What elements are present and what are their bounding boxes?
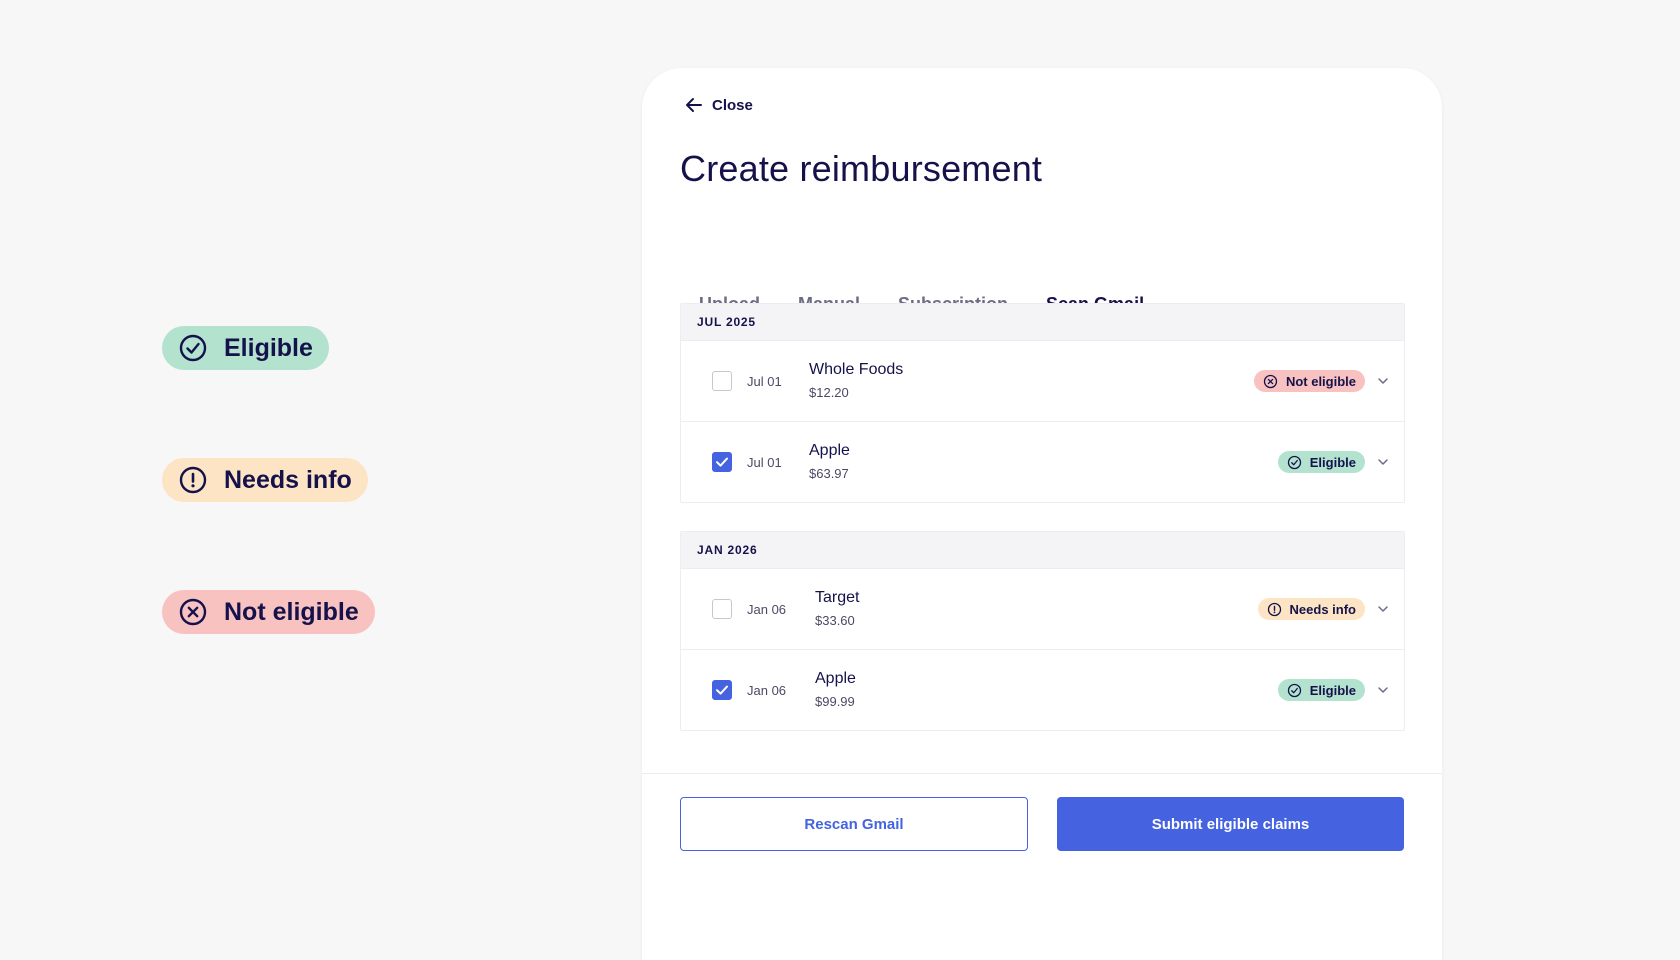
status-label: Eligible (1309, 454, 1356, 470)
close-button[interactable]: Close (684, 95, 753, 115)
row-amount: $33.60 (815, 613, 855, 628)
row-amount: $63.97 (809, 466, 849, 481)
row-date: Jul 01 (747, 454, 782, 470)
row-info: Apple $63.97 (809, 442, 850, 481)
row-merchant: Apple (815, 670, 856, 687)
chevron-down-icon[interactable] (1376, 455, 1390, 469)
table-row[interactable]: Jul 01 Apple $63.97 Eligible (681, 421, 1404, 502)
status-label: Needs info (1289, 601, 1356, 617)
reimbursement-panel: Close Create reimbursement Upload Manual… (642, 68, 1442, 960)
row-amount: $99.99 (815, 694, 855, 709)
legend-label-needs-info: Needs info (224, 465, 352, 494)
page-title: Create reimbursement (680, 148, 1043, 189)
status-label: Eligible (1309, 682, 1356, 698)
row-info: Target $33.60 (815, 589, 859, 628)
x-circle-icon (178, 597, 208, 627)
status-badge: Eligible (1277, 679, 1365, 701)
arrow-left-icon (684, 95, 704, 115)
row-checkbox[interactable] (712, 371, 732, 391)
checkmark-icon (716, 685, 728, 695)
close-label: Close (712, 96, 753, 114)
row-date: Jan 06 (747, 601, 787, 617)
row-amount: $12.20 (809, 385, 849, 400)
status-label: Not eligible (1285, 373, 1356, 389)
month-group-jan-2026: JAN 2026 Jan 06 Target $33.60 Needs info (680, 531, 1405, 731)
table-row[interactable]: Jan 06 Apple $99.99 Eligible (681, 649, 1404, 730)
legend-label-not-eligible: Not eligible (224, 597, 359, 626)
rescan-gmail-button[interactable]: Rescan Gmail (680, 797, 1028, 851)
legend-label-eligible: Eligible (224, 333, 313, 362)
month-header: JUL 2025 (681, 304, 1404, 340)
chevron-down-icon[interactable] (1376, 683, 1390, 697)
footer-divider (642, 773, 1442, 774)
row-date: Jan 06 (747, 682, 787, 698)
row-info: Whole Foods $12.20 (809, 361, 903, 400)
check-circle-icon (178, 333, 208, 363)
row-checkbox[interactable] (712, 452, 732, 472)
exclamation-circle-icon (1267, 602, 1282, 617)
legend-badge-needs-info: Needs info (162, 458, 368, 502)
row-merchant: Apple (809, 442, 850, 459)
row-merchant: Target (815, 589, 860, 606)
chevron-down-icon[interactable] (1376, 602, 1390, 616)
row-checkbox[interactable] (712, 680, 732, 700)
check-circle-icon (1287, 455, 1302, 470)
legend-badge-eligible: Eligible (162, 326, 329, 370)
status-badge: Needs info (1257, 598, 1365, 620)
row-checkbox[interactable] (712, 599, 732, 619)
row-date: Jul 01 (747, 373, 782, 389)
x-circle-icon (1263, 374, 1278, 389)
status-badge: Eligible (1277, 451, 1365, 473)
month-header: JAN 2026 (681, 532, 1404, 568)
legend-badge-not-eligible: Not eligible (162, 590, 375, 634)
exclamation-circle-icon (178, 465, 208, 495)
chevron-down-icon[interactable] (1376, 374, 1390, 388)
submit-claims-button[interactable]: Submit eligible claims (1057, 797, 1404, 851)
table-row[interactable]: Jul 01 Whole Foods $12.20 Not eligible (681, 340, 1404, 421)
status-badge: Not eligible (1253, 370, 1365, 392)
table-row[interactable]: Jan 06 Target $33.60 Needs info (681, 568, 1404, 649)
row-merchant: Whole Foods (809, 361, 904, 378)
check-circle-icon (1287, 683, 1302, 698)
checkmark-icon (716, 457, 728, 467)
month-group-jul-2025: JUL 2025 Jul 01 Whole Foods $12.20 Not e… (680, 303, 1405, 503)
row-info: Apple $99.99 (815, 670, 856, 709)
